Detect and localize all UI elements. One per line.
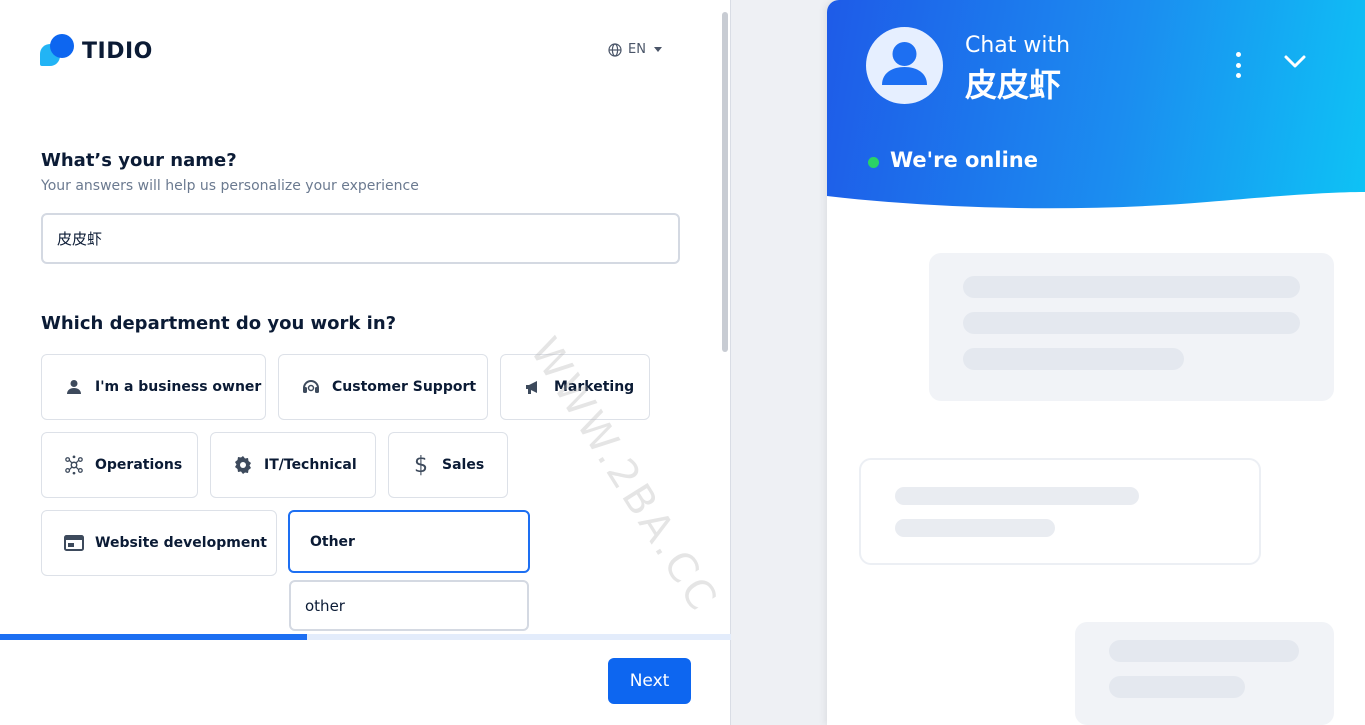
- department-other[interactable]: Other: [288, 510, 530, 573]
- chat-operator-name: 皮皮虾: [965, 66, 1062, 104]
- person-icon: [64, 377, 84, 397]
- department-label: Website development: [95, 535, 267, 551]
- gear-icon: [233, 455, 253, 475]
- department-label: Customer Support: [332, 379, 477, 395]
- department-customer-support[interactable]: Customer Support: [278, 354, 488, 420]
- user-avatar-icon: [882, 42, 927, 85]
- department-operations[interactable]: Operations: [41, 432, 198, 498]
- chevron-down-icon[interactable]: [1283, 54, 1307, 70]
- chat-widget: Chat with 皮皮虾 We're online: [827, 0, 1365, 725]
- progress-bar: [0, 634, 731, 640]
- tidio-logo: TIDIO: [40, 34, 153, 68]
- department-label: Other: [310, 533, 355, 550]
- header-wave: [827, 192, 1365, 220]
- language-label: EN: [628, 42, 646, 57]
- scrollbar-thumb[interactable]: [722, 12, 728, 352]
- message-skeleton: [1075, 622, 1334, 725]
- department-sales[interactable]: $ Sales: [388, 432, 508, 498]
- department-website-development[interactable]: Website development: [41, 510, 277, 576]
- progress-fill: [0, 634, 308, 640]
- chat-header: Chat with 皮皮虾 We're online: [827, 0, 1365, 220]
- dollar-icon: $: [414, 452, 428, 478]
- message-skeleton: [859, 458, 1261, 565]
- next-button[interactable]: Next: [608, 658, 691, 704]
- globe-icon: [608, 42, 622, 57]
- headset-icon: [301, 377, 321, 397]
- department-label: I'm a business owner: [95, 379, 262, 395]
- message-skeleton: [929, 253, 1334, 401]
- department-label: IT/Technical: [264, 457, 357, 473]
- department-label: Operations: [95, 457, 183, 473]
- department-label: Sales: [442, 457, 485, 473]
- name-hint: Your answers will help us personalize yo…: [41, 178, 419, 194]
- language-selector[interactable]: EN: [608, 42, 662, 57]
- department-business-owner[interactable]: I'm a business owner: [41, 354, 266, 420]
- browser-window-icon: [64, 533, 84, 553]
- name-question: What’s your name?: [41, 150, 237, 171]
- more-options-icon[interactable]: [1231, 52, 1245, 78]
- tidio-logo-icon: [40, 34, 76, 68]
- scrollbar[interactable]: [721, 8, 728, 628]
- other-department-input[interactable]: [289, 580, 529, 631]
- onboarding-panel: TIDIO EN What’s your name? Your answers …: [0, 0, 731, 725]
- logo-text: TIDIO: [82, 38, 153, 64]
- avatar: [866, 27, 943, 104]
- name-input[interactable]: [41, 213, 680, 264]
- caret-down-icon: [653, 47, 662, 52]
- department-question: Which department do you work in?: [41, 313, 397, 334]
- online-indicator: [868, 157, 879, 168]
- network-icon: [64, 455, 84, 475]
- department-it-technical[interactable]: IT/Technical: [210, 432, 376, 498]
- chat-title: Chat with: [965, 33, 1071, 58]
- online-status-text: We're online: [890, 148, 1038, 172]
